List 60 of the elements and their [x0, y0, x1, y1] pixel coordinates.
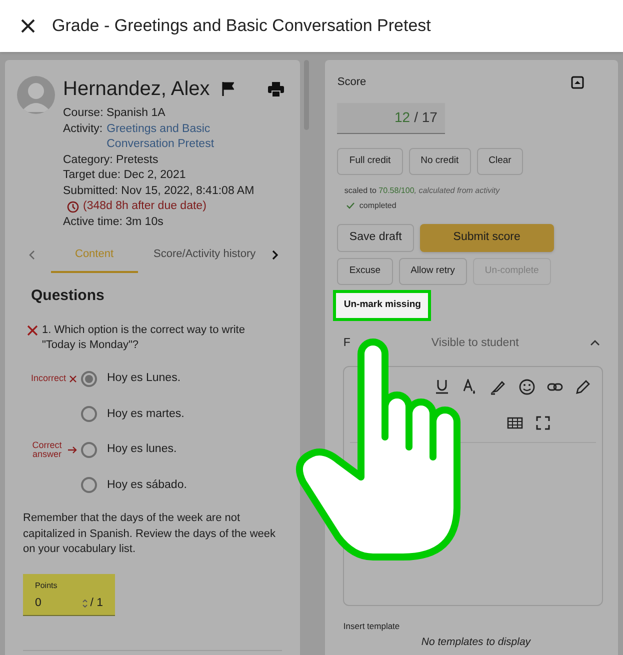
radio-button[interactable]: [81, 406, 97, 422]
cross-icon: [69, 374, 77, 383]
credit-button[interactable]: No credit: [408, 148, 471, 174]
credit-button[interactable]: Clear: [476, 148, 524, 174]
flag-icon[interactable]: [222, 82, 234, 96]
detail-text: Active time: 3m 10s: [63, 214, 164, 230]
question-text: 1. Which option is the correct way to write "Today is Monday"?: [42, 323, 246, 353]
spinner-icon[interactable]: [82, 598, 88, 609]
scaled-score-text: scaled to 70.58/100, calculated from activity: [344, 184, 501, 196]
answer-marker: Correct answer: [31, 440, 63, 459]
credit-button[interactable]: Full credit: [337, 148, 403, 174]
collapse-icon[interactable]: [590, 340, 600, 346]
answer-marker: Incorrect: [31, 374, 65, 384]
detail-text: Course: Spanish 1A: [63, 106, 166, 121]
option-text: Hoy es lunes.: [107, 442, 177, 458]
tab[interactable]: Score/Activity history: [138, 238, 272, 272]
emoji-icon[interactable]: [519, 378, 536, 395]
student-name: Hernandez, Alex: [63, 77, 210, 102]
close-button[interactable]: [20, 18, 36, 34]
field-label: Insert template: [343, 620, 401, 632]
detail-label: Activity:: [63, 122, 103, 136]
tab[interactable]: F: [343, 334, 432, 352]
radio-button[interactable]: [81, 477, 97, 494]
activity-link[interactable]: Greetings and Basic Conversation Pretest: [106, 122, 248, 152]
scroll-right-icon[interactable]: [272, 250, 278, 260]
panel-heading: Score: [337, 75, 366, 90]
status-text: completed: [359, 200, 396, 212]
tab[interactable]: Visible to student: [431, 334, 519, 352]
option-text: Hoy es Lunes.: [107, 371, 181, 386]
submit-button[interactable]: Submit score: [420, 224, 554, 252]
arrow-icon: [68, 446, 77, 454]
action-button[interactable]: Excuse: [337, 258, 393, 284]
action-button[interactable]: Allow retry: [398, 258, 467, 284]
scroll-left-icon[interactable]: [29, 250, 35, 260]
collapse-icon[interactable]: [571, 76, 584, 89]
underline-icon[interactable]: [434, 378, 450, 395]
print-icon[interactable]: [268, 82, 284, 96]
detail-text: Submitted: Nov 15, 2022, 8:41:08 AM: [63, 184, 256, 198]
draft-button[interactable]: Save draft: [337, 224, 414, 252]
option-text: Hoy es sábado.: [107, 478, 187, 493]
score-field[interactable]: 12 / 17: [337, 102, 446, 134]
table-icon[interactable]: [507, 414, 524, 431]
section-heading: Questions: [30, 286, 106, 306]
feedback-text: Remember that the days of the week are not capitalized in Spanish. Review the days of the week on your vocabulary list.: [22, 511, 277, 557]
detail-text: Category: Pretests: [63, 152, 160, 168]
window-title: Grade - Greetings and Basic Conversation Pretest: [52, 15, 431, 38]
avatar: [17, 76, 55, 114]
empty-message: No templates to display: [421, 634, 532, 650]
detail-text: Target due: Dec 2, 2021: [63, 168, 187, 183]
clock-icon: [67, 200, 79, 213]
fullscreen-icon[interactable]: [535, 414, 552, 431]
highlighter-icon[interactable]: [490, 378, 506, 395]
unmark-missing-button[interactable]: Un-mark missing: [336, 292, 428, 318]
points-field[interactable]: Points 0 / 1: [23, 574, 115, 616]
radio-button[interactable]: [81, 442, 97, 458]
late-notice: (348d 8h after due date): [83, 199, 206, 214]
radio-button[interactable]: [81, 370, 97, 387]
pencil-icon[interactable]: [575, 378, 592, 395]
option-text: Hoy es martes.: [107, 406, 184, 422]
check-icon: [346, 202, 356, 209]
